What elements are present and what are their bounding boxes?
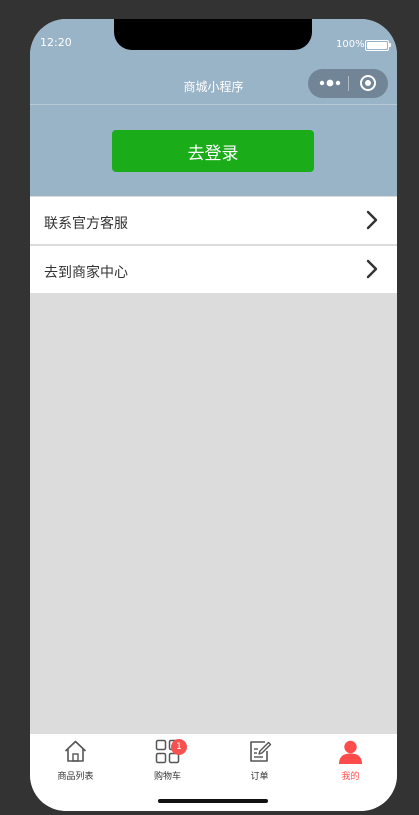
chevron-right-icon xyxy=(366,259,378,279)
tab-label: 我的 xyxy=(341,772,360,782)
battery-icon xyxy=(365,40,389,51)
menu-list: 联系官方客服 去到商家中心 xyxy=(30,197,397,295)
phone-frame: 12:20 100% 商城小程序 去登录 联系官方客服 去到商家中心 商品列表 … xyxy=(30,19,397,811)
tab-label: 购物车 xyxy=(153,772,181,782)
home-indicator xyxy=(158,799,268,803)
menu-item-contact-service[interactable]: 联系官方客服 xyxy=(30,197,397,244)
menu-item-label: 去到商家中心 xyxy=(44,265,128,281)
capsule-divider xyxy=(348,76,349,91)
login-area: 去登录 xyxy=(30,105,397,196)
navigation-bar: 商城小程序 xyxy=(30,65,397,105)
menu-item-merchant-center[interactable]: 去到商家中心 xyxy=(30,246,397,293)
tab-orders[interactable]: 订单 xyxy=(214,734,305,786)
tab-label: 订单 xyxy=(250,772,269,782)
login-button[interactable]: 去登录 xyxy=(112,130,314,172)
more-icon[interactable] xyxy=(318,76,344,90)
tab-cart[interactable]: 1 购物车 xyxy=(122,734,213,786)
close-icon[interactable] xyxy=(359,74,377,92)
mini-program-capsule xyxy=(308,69,388,98)
device-notch xyxy=(114,19,312,50)
battery-tip xyxy=(389,43,391,47)
battery-percent: 100% xyxy=(336,39,365,50)
menu-item-label: 联系官方客服 xyxy=(44,216,128,232)
tab-label: 商品列表 xyxy=(57,772,94,782)
chevron-right-icon xyxy=(366,210,378,230)
cart-badge: 1 xyxy=(171,739,187,755)
status-time: 12:20 xyxy=(40,36,72,49)
home-icon xyxy=(64,740,87,762)
user-icon xyxy=(339,740,362,764)
tab-product-list[interactable]: 商品列表 xyxy=(30,734,121,786)
order-icon xyxy=(250,741,272,762)
tab-mine[interactable]: 我的 xyxy=(305,734,396,786)
